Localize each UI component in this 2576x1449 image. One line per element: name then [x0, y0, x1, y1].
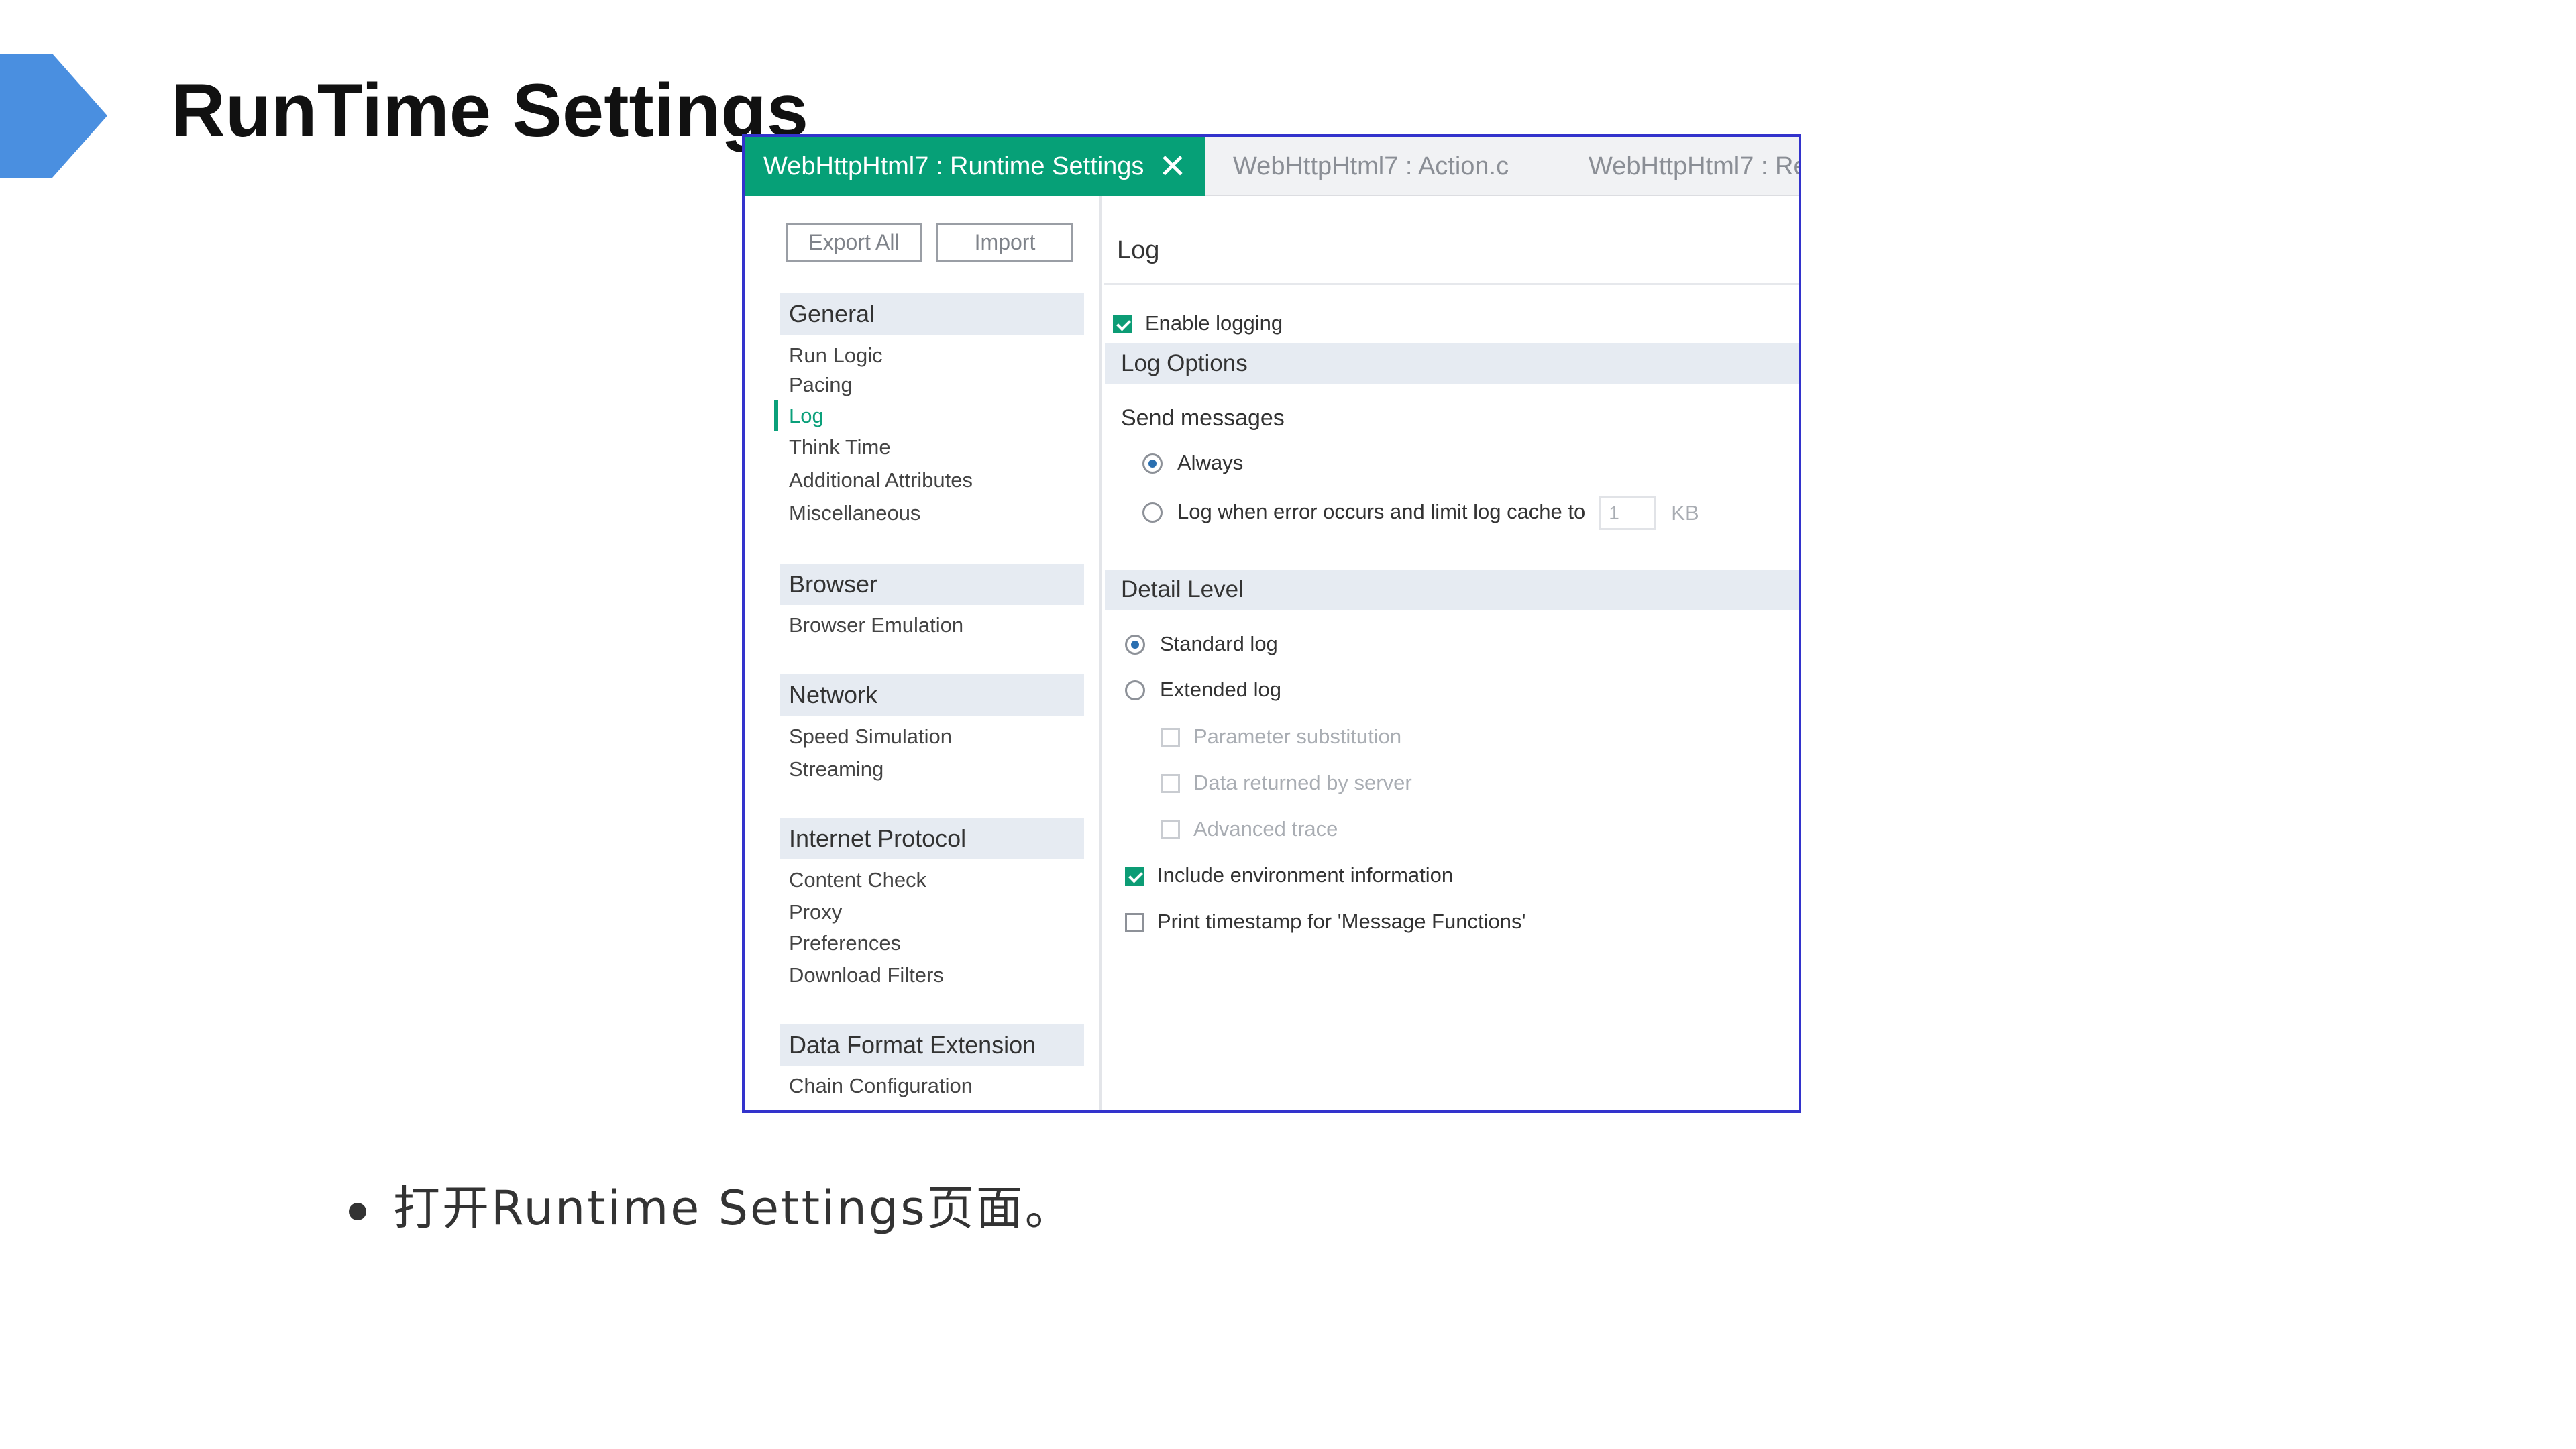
tab-runtime-settings[interactable]: WebHttpHtml7 : Runtime Settings ✕	[745, 137, 1205, 196]
standard-log-radio[interactable]	[1125, 635, 1145, 655]
log-on-error-radio-row[interactable]: Log when error occurs and limit log cach…	[1142, 496, 1699, 530]
nav-item-streaming[interactable]: Streaming	[789, 756, 883, 783]
always-radio-row[interactable]: Always	[1142, 449, 1243, 476]
enable-logging-checkbox[interactable]	[1113, 315, 1132, 333]
slide-title: RunTime Settings	[171, 68, 809, 152]
panel-divider	[1104, 283, 1799, 285]
standard-log-label: Standard log	[1160, 632, 1278, 655]
tab-bar: WebHttpHtml7 : Runtime Settings ✕ WebHtt…	[745, 137, 1799, 196]
tab-action-c[interactable]: WebHttpHtml7 : Action.c	[1214, 137, 1563, 196]
runtime-settings-window: WebHttpHtml7 : Runtime Settings ✕ WebHtt…	[742, 134, 1801, 1113]
slide-chevron-decoration	[0, 54, 107, 178]
tab-recording[interactable]: WebHttpHtml7 : Rec	[1570, 137, 1801, 196]
nav-item-proxy[interactable]: Proxy	[789, 899, 842, 926]
nav-header-browser[interactable]: Browser	[780, 564, 1084, 605]
extended-log-radio[interactable]	[1125, 680, 1145, 700]
advanced-trace-label: Advanced trace	[1193, 817, 1338, 841]
nav-item-log[interactable]: Log	[789, 402, 824, 429]
tab-recording-label: WebHttpHtml7 : Rec	[1589, 152, 1801, 180]
enable-logging-checkbox-row[interactable]: Enable logging	[1113, 310, 1283, 337]
nav-header-internet-protocol[interactable]: Internet Protocol	[780, 818, 1084, 859]
nav-header-data-format-extension[interactable]: Data Format Extension	[780, 1024, 1084, 1066]
log-cache-unit: KB	[1671, 501, 1699, 525]
enable-logging-label: Enable logging	[1145, 311, 1283, 335]
nav-item-miscellaneous[interactable]: Miscellaneous	[789, 500, 920, 527]
log-on-error-label: Log when error occurs and limit log cach…	[1177, 500, 1586, 524]
nav-header-network[interactable]: Network	[780, 674, 1084, 716]
close-icon[interactable]: ✕	[1157, 137, 1189, 196]
slide-bullet: 打开Runtime Settings页面。	[349, 1171, 1074, 1238]
nav-item-pacing[interactable]: Pacing	[789, 372, 853, 398]
parameter-substitution-checkbox[interactable]	[1161, 728, 1180, 747]
data-returned-checkbox[interactable]	[1161, 774, 1180, 793]
include-env-label: Include environment information	[1157, 863, 1454, 887]
nav-item-additional-attributes[interactable]: Additional Attributes	[789, 467, 973, 494]
extended-log-radio-row[interactable]: Extended log	[1125, 676, 1281, 703]
standard-log-radio-row[interactable]: Standard log	[1125, 631, 1278, 657]
nav-header-general[interactable]: General	[780, 293, 1084, 335]
tab-action-c-label: WebHttpHtml7 : Action.c	[1233, 152, 1509, 180]
always-radio[interactable]	[1142, 453, 1163, 474]
log-cache-size-input[interactable]: 1	[1599, 496, 1657, 530]
print-timestamp-checkbox[interactable]	[1125, 913, 1144, 932]
panel-title: Log	[1117, 236, 1160, 264]
always-label: Always	[1177, 451, 1244, 474]
nav-active-indicator	[774, 400, 778, 431]
export-all-button[interactable]: Export All	[786, 223, 922, 262]
extended-log-label: Extended log	[1160, 678, 1281, 701]
log-settings-panel: Log Enable logging Log Options Send mess…	[1104, 196, 1799, 1110]
section-detail-level: Detail Level	[1105, 570, 1799, 610]
nav-item-download-filters[interactable]: Download Filters	[789, 962, 944, 989]
settings-nav: Export All Import General Run Logic Paci…	[745, 196, 1102, 1110]
advanced-trace-checkbox[interactable]	[1161, 820, 1180, 839]
tab-runtime-settings-label: WebHttpHtml7 : Runtime Settings	[763, 152, 1144, 180]
nav-item-content-check[interactable]: Content Check	[789, 867, 926, 894]
nav-item-chain-configuration[interactable]: Chain Configuration	[789, 1073, 973, 1099]
nav-item-run-logic[interactable]: Run Logic	[789, 342, 883, 369]
nav-item-speed-simulation[interactable]: Speed Simulation	[789, 723, 952, 750]
slide-bullet-text: 打开Runtime Settings页面。	[393, 1181, 1074, 1236]
print-timestamp-row[interactable]: Print timestamp for 'Message Functions'	[1125, 908, 1525, 935]
nav-item-think-time[interactable]: Think Time	[789, 434, 891, 461]
parameter-substitution-row[interactable]: Parameter substitution	[1161, 723, 1401, 750]
parameter-substitution-label: Parameter substitution	[1193, 724, 1402, 748]
data-returned-label: Data returned by server	[1193, 771, 1412, 794]
include-env-row[interactable]: Include environment information	[1125, 862, 1453, 889]
include-env-checkbox[interactable]	[1125, 867, 1144, 885]
nav-item-preferences[interactable]: Preferences	[789, 930, 901, 957]
print-timestamp-label: Print timestamp for 'Message Functions'	[1157, 910, 1526, 933]
nav-item-browser-emulation[interactable]: Browser Emulation	[789, 612, 963, 639]
advanced-trace-row[interactable]: Advanced trace	[1161, 816, 1338, 843]
send-messages-label: Send messages	[1121, 405, 1285, 431]
import-button[interactable]: Import	[936, 223, 1073, 262]
log-on-error-radio[interactable]	[1142, 502, 1163, 523]
section-log-options: Log Options	[1105, 343, 1799, 384]
bullet-dot	[349, 1202, 366, 1220]
data-returned-row[interactable]: Data returned by server	[1161, 769, 1412, 796]
